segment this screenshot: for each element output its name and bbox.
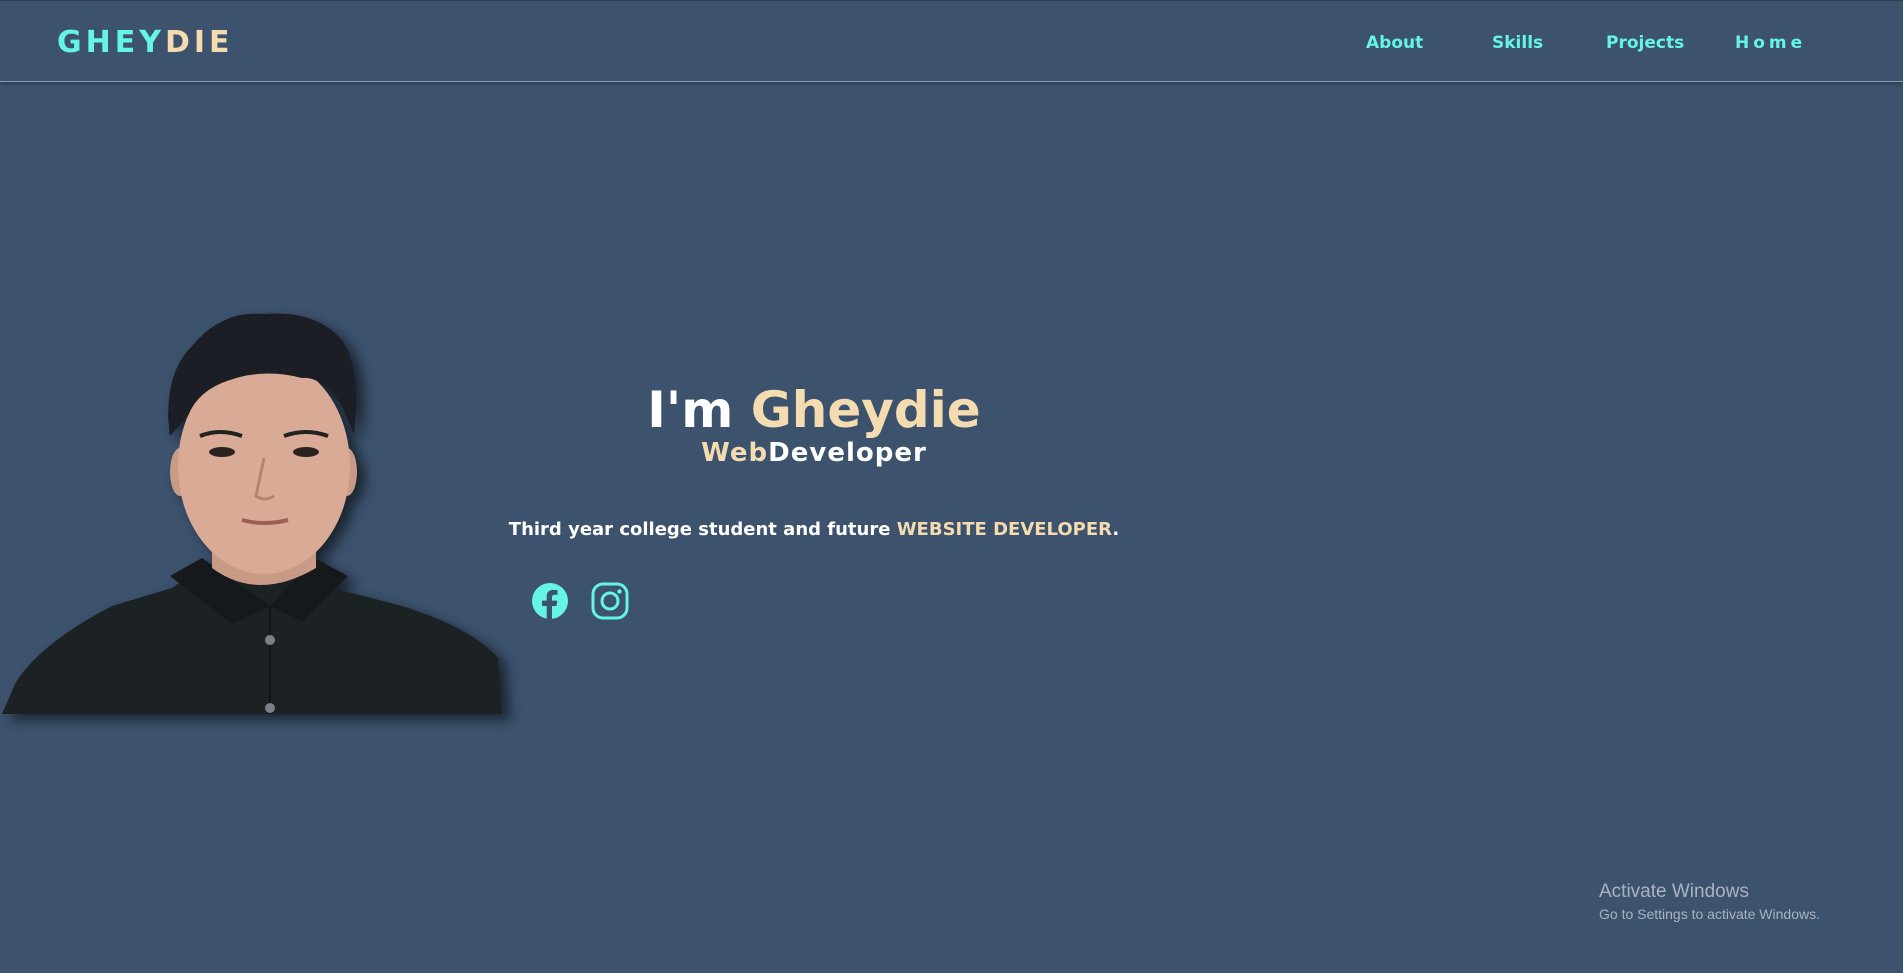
hero-desc-prefix: Third year college student and future <box>508 519 897 540</box>
activate-windows-watermark: Activate Windows Go to Settings to activ… <box>1599 880 1820 924</box>
hero-title: I'm Gheydie <box>0 378 1628 442</box>
hero-description: Third year college student and future WE… <box>0 517 1628 543</box>
facebook-icon[interactable] <box>531 582 569 620</box>
hero-role: WebDeveloper <box>0 436 1628 470</box>
hero-desc-suffix: . <box>1112 519 1120 540</box>
hero-role-accent: Web <box>701 438 769 468</box>
activate-windows-subtitle: Go to Settings to activate Windows. <box>1599 906 1820 922</box>
nav-link-projects[interactable]: Projects <box>1606 33 1684 53</box>
profile-photo <box>2 313 502 714</box>
hero-desc-accent: WEBSITE DEVELOPER <box>896 519 1113 540</box>
site-logo[interactable]: GHEYDIE <box>57 25 234 61</box>
instagram-icon[interactable] <box>591 582 629 620</box>
navbar: GHEYDIE About Skills Projects Home <box>0 0 1903 82</box>
activate-windows-title: Activate Windows <box>1599 881 1749 902</box>
logo-part-1: GHEY <box>57 25 165 60</box>
logo-part-2: DIE <box>164 25 234 60</box>
hero-greeting: I'm <box>647 380 751 439</box>
hero-name: Gheydie <box>750 380 981 439</box>
nav-link-home[interactable]: Home <box>1735 33 1806 53</box>
nav-link-about[interactable]: About <box>1366 33 1423 53</box>
nav-link-skills[interactable]: Skills <box>1492 33 1543 53</box>
hero-role-text: Developer <box>768 438 927 468</box>
